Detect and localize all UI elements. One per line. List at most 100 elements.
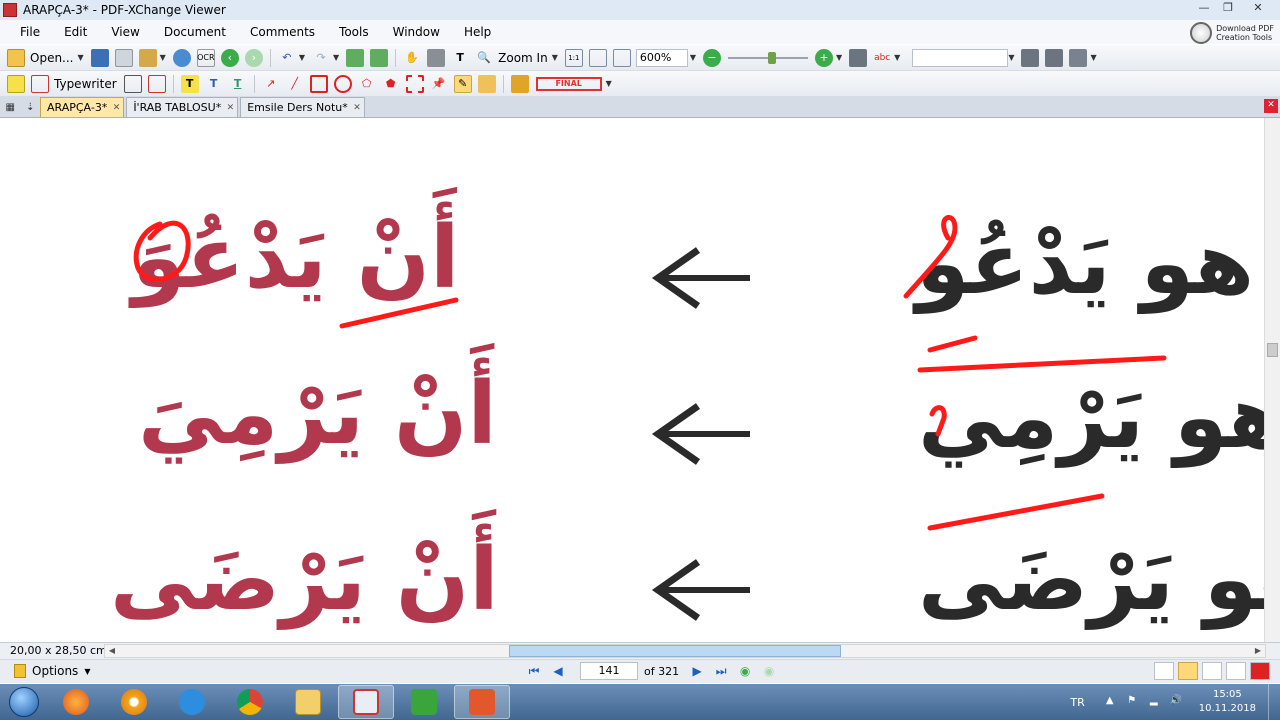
save-icon[interactable] bbox=[90, 48, 109, 67]
oval-tool-icon[interactable] bbox=[333, 74, 352, 93]
action-center-icon[interactable]: ⚑ bbox=[1125, 695, 1139, 709]
textbox-icon[interactable] bbox=[123, 74, 142, 93]
taskbar-pdf-xchange[interactable] bbox=[338, 685, 394, 719]
taskbar-camtasia-recorder[interactable] bbox=[396, 685, 452, 719]
start-button[interactable] bbox=[0, 684, 48, 720]
previous-page-icon[interactable]: ◀ bbox=[549, 662, 567, 680]
pin-icon[interactable]: 📌 bbox=[430, 75, 448, 93]
redo-icon[interactable]: ↷ bbox=[312, 49, 330, 67]
zoom-level-input[interactable]: 600% bbox=[635, 48, 688, 67]
stamp-icon[interactable] bbox=[510, 74, 529, 93]
hand-tool-icon[interactable]: ✋ bbox=[403, 49, 421, 67]
tab-close-icon[interactable]: ✕ bbox=[227, 99, 235, 118]
document-page[interactable]: أَنْ يَدْعُوَ هو يَدْعُو أَنْ يَرْمِيَ ه… bbox=[0, 118, 1264, 642]
show-desktop-button[interactable] bbox=[1268, 684, 1280, 720]
menu-edit[interactable]: Edit bbox=[52, 25, 99, 39]
horizontal-scroll-thumb[interactable] bbox=[509, 645, 841, 657]
zoom-in-icon[interactable]: 🔍 bbox=[475, 49, 493, 67]
undo-icon[interactable]: ↶ bbox=[278, 49, 296, 67]
thumbnails-icon[interactable]: ▦ bbox=[6, 102, 15, 113]
continuous-facing-icon[interactable] bbox=[1226, 662, 1246, 680]
taskbar-chrome[interactable] bbox=[222, 685, 278, 719]
search-input[interactable] bbox=[912, 48, 1009, 67]
export-icon[interactable] bbox=[138, 48, 157, 67]
open-button-label[interactable]: Open... bbox=[30, 51, 74, 65]
taskbar-camtasia-studio[interactable] bbox=[454, 685, 510, 719]
single-page-icon[interactable] bbox=[1154, 662, 1174, 680]
sticky-note-icon[interactable] bbox=[7, 74, 25, 93]
volume-icon[interactable]: 🔊 bbox=[1169, 695, 1183, 709]
zoom-level-dropdown-icon[interactable]: ▼ bbox=[690, 53, 696, 62]
typewriter-label[interactable]: Typewriter bbox=[54, 77, 117, 91]
spellcheck-dropdown-icon[interactable]: ▼ bbox=[894, 53, 900, 62]
menu-comments[interactable]: Comments bbox=[238, 25, 327, 39]
settings-icon[interactable] bbox=[1069, 48, 1088, 67]
open-folder-icon[interactable] bbox=[7, 48, 25, 67]
zoom-out-icon[interactable]: − bbox=[703, 48, 721, 67]
open-dropdown-icon[interactable]: ▼ bbox=[78, 53, 84, 62]
fit-page-icon[interactable] bbox=[588, 48, 607, 67]
underline-text-icon[interactable]: T bbox=[229, 75, 247, 93]
nav-back-icon[interactable]: ◉ bbox=[736, 662, 754, 680]
system-clock[interactable]: 15:05 10.11.2018 bbox=[1199, 688, 1256, 716]
eraser-icon[interactable] bbox=[477, 74, 496, 93]
search-next-icon[interactable] bbox=[1045, 48, 1064, 67]
strikeout-text-icon[interactable]: T bbox=[205, 75, 223, 93]
forward-icon[interactable]: › bbox=[244, 48, 263, 67]
show-hidden-icons-icon[interactable]: ▲ bbox=[1103, 695, 1117, 709]
menu-view[interactable]: View bbox=[99, 25, 151, 39]
network-icon[interactable]: ▂ bbox=[1147, 695, 1161, 709]
zoom-tool-dropdown-icon[interactable]: ▼ bbox=[552, 53, 558, 62]
menu-file[interactable]: File bbox=[8, 25, 52, 39]
taskbar-internet-explorer[interactable] bbox=[164, 685, 220, 719]
globe-icon[interactable] bbox=[172, 48, 191, 67]
language-indicator[interactable]: TR bbox=[1070, 696, 1084, 709]
zoom-plus-icon[interactable]: + bbox=[815, 48, 833, 67]
options-dropdown-icon[interactable]: ▼ bbox=[84, 667, 90, 676]
redo-dropdown-icon[interactable]: ▼ bbox=[333, 53, 339, 62]
line-tool-icon[interactable]: ╱ bbox=[286, 75, 304, 93]
polygon-line-icon[interactable]: ⬠ bbox=[358, 75, 376, 93]
zoom-in-label[interactable]: Zoom In bbox=[498, 51, 548, 65]
maximize-button[interactable]: ❐ bbox=[1216, 0, 1240, 18]
tab-emsile-ders-notu[interactable]: Emsile Ders Notu* ✕ bbox=[240, 97, 365, 117]
download-pdf-button[interactable]: Download PDF Creation Tools bbox=[1190, 22, 1274, 44]
close-all-tabs-icon[interactable]: ✕ bbox=[1264, 99, 1278, 113]
search-prev-icon[interactable] bbox=[1021, 48, 1040, 67]
undo-dropdown-icon[interactable]: ▼ bbox=[299, 53, 305, 62]
menu-window[interactable]: Window bbox=[381, 25, 452, 39]
ocr-icon[interactable]: OCR bbox=[196, 48, 215, 67]
zoom-slider[interactable] bbox=[728, 51, 808, 64]
zoom-plus-dropdown-icon[interactable]: ▼ bbox=[836, 53, 842, 62]
callout-icon[interactable] bbox=[147, 74, 166, 93]
facing-pages-icon[interactable] bbox=[1202, 662, 1222, 680]
print-icon[interactable] bbox=[114, 48, 133, 67]
search-dropdown-icon[interactable]: ▼ bbox=[1008, 53, 1014, 62]
typewriter-icon[interactable] bbox=[31, 74, 49, 93]
minimize-button[interactable]: — bbox=[1192, 0, 1216, 18]
menu-tools[interactable]: Tools bbox=[327, 25, 381, 39]
first-page-icon[interactable]: ⏮ bbox=[525, 662, 543, 680]
actual-size-icon[interactable]: 1:1 bbox=[564, 48, 583, 67]
highlight-text-icon[interactable]: T bbox=[180, 74, 199, 93]
vertical-scroll-thumb[interactable] bbox=[1267, 343, 1278, 357]
tab-close-icon[interactable]: ✕ bbox=[353, 99, 361, 118]
zoom-slider-knob[interactable] bbox=[768, 51, 776, 64]
cloud-tool-icon[interactable] bbox=[405, 74, 424, 93]
pdf-icon[interactable] bbox=[1250, 662, 1270, 680]
fit-width-icon[interactable] bbox=[612, 48, 631, 67]
spellcheck-icon[interactable]: abc bbox=[873, 49, 891, 67]
tab-list-icon[interactable]: ⇣ bbox=[26, 102, 34, 113]
rotate-right-icon[interactable] bbox=[370, 48, 389, 67]
export-dropdown-icon[interactable]: ▼ bbox=[160, 53, 166, 62]
nav-forward-icon[interactable]: ◉ bbox=[760, 662, 778, 680]
options-menu[interactable]: Options ▼ bbox=[14, 664, 90, 678]
tab-irab-tablosu[interactable]: İ'RAB TABLOSU* ✕ bbox=[126, 97, 239, 118]
back-icon[interactable]: ‹ bbox=[220, 48, 239, 67]
menu-document[interactable]: Document bbox=[152, 25, 238, 39]
settings-dropdown-icon[interactable]: ▼ bbox=[1090, 53, 1096, 62]
polygon-tool-icon[interactable]: ⬟ bbox=[382, 75, 400, 93]
scroll-right-icon[interactable]: ▶ bbox=[1251, 645, 1265, 657]
binoculars-icon[interactable] bbox=[849, 48, 868, 67]
horizontal-scrollbar[interactable]: ◀ ▶ bbox=[104, 644, 1266, 658]
